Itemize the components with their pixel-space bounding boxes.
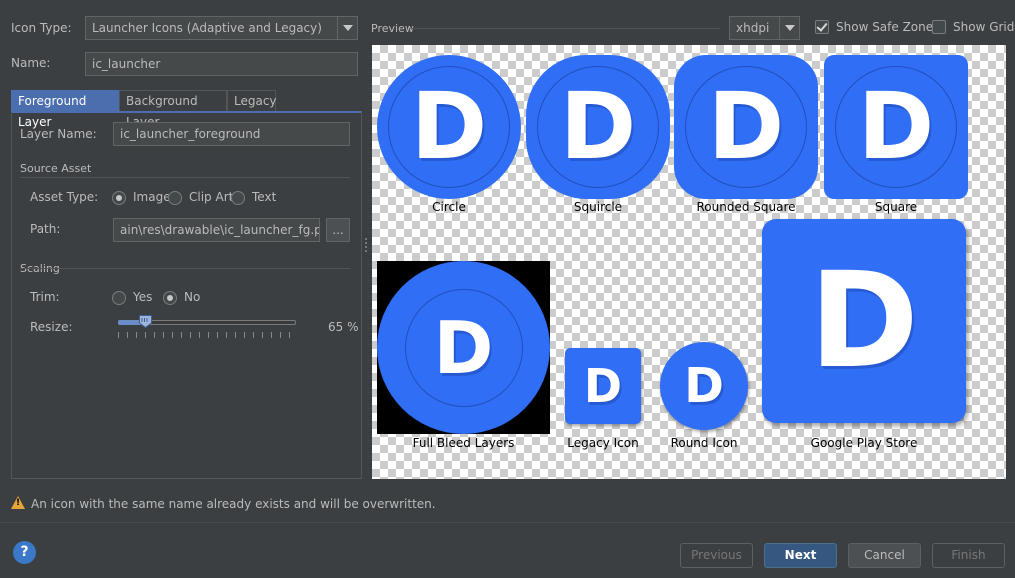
show-safe-zone-checkbox[interactable] bbox=[815, 20, 829, 34]
caption-legacy: Legacy Icon bbox=[567, 436, 639, 450]
caption-circle: Circle bbox=[432, 200, 466, 214]
layer-name-label: Layer Name: bbox=[20, 127, 97, 141]
source-asset-header: Source Asset bbox=[20, 162, 92, 175]
warning-icon: ! bbox=[11, 496, 25, 509]
show-grid-checkbox[interactable] bbox=[932, 20, 946, 34]
path-input[interactable]: ain\res\drawable\ic_launcher_fg.png bbox=[113, 218, 320, 242]
preview-label: Preview bbox=[371, 22, 414, 35]
icon-glyph: D bbox=[583, 359, 623, 413]
icon-glyph: D bbox=[433, 305, 494, 390]
asset-type-clipart-radio[interactable] bbox=[168, 191, 182, 205]
caption-full-bleed: Full Bleed Layers bbox=[412, 436, 515, 450]
chevron-down-icon bbox=[337, 17, 357, 39]
preview-separator bbox=[412, 28, 720, 29]
legacy-icon: D bbox=[565, 348, 641, 424]
resize-value: 65 % bbox=[328, 320, 359, 334]
chevron-down-icon bbox=[779, 17, 799, 39]
trim-yes-radio[interactable] bbox=[112, 291, 126, 305]
warning-message: An icon with the same name already exist… bbox=[31, 497, 436, 511]
tab-background-layer[interactable]: Background Layer bbox=[119, 90, 227, 129]
layer-name-input[interactable]: ic_launcher_foreground bbox=[113, 122, 350, 146]
squircle-icon: D bbox=[526, 55, 670, 199]
play-store-icon: D bbox=[762, 219, 966, 423]
icon-type-combo[interactable]: Launcher Icons (Adaptive and Legacy) bbox=[85, 16, 358, 40]
square-icon: D bbox=[824, 55, 968, 199]
asset-type-label: Asset Type: bbox=[30, 190, 99, 204]
footer-separator bbox=[0, 522, 1015, 523]
resize-slider-ticks bbox=[118, 332, 296, 338]
source-asset-separator bbox=[20, 177, 350, 178]
asset-type-image-label: Image bbox=[133, 190, 171, 204]
density-combo[interactable]: xhdpi bbox=[729, 16, 800, 40]
trim-no-radio[interactable] bbox=[163, 291, 177, 305]
icon-glyph: D bbox=[559, 73, 637, 180]
browse-button[interactable]: ... bbox=[326, 218, 350, 242]
splitter-handle[interactable] bbox=[365, 238, 367, 252]
full-bleed-icon: D bbox=[377, 261, 550, 434]
cancel-button[interactable]: Cancel bbox=[848, 543, 921, 568]
caption-round: Round Icon bbox=[670, 436, 738, 450]
caption-squircle: Squircle bbox=[573, 200, 623, 214]
trim-no-label: No bbox=[184, 290, 201, 304]
caption-square: Square bbox=[874, 200, 918, 214]
icon-type-value: Launcher Icons (Adaptive and Legacy) bbox=[92, 21, 322, 35]
tab-foreground-layer[interactable]: Foreground Layer bbox=[11, 90, 119, 129]
finish-button[interactable]: Finish bbox=[932, 543, 1005, 568]
asset-type-text-radio[interactable] bbox=[231, 191, 245, 205]
icon-glyph: D bbox=[809, 244, 919, 398]
density-value: xhdpi bbox=[736, 21, 770, 35]
icon-type-label: Icon Type: bbox=[11, 21, 72, 35]
icon-glyph: D bbox=[410, 73, 488, 180]
show-grid-label: Show Grid bbox=[953, 20, 1015, 34]
asset-type-image-radio[interactable] bbox=[112, 191, 126, 205]
path-label: Path: bbox=[30, 222, 61, 236]
scaling-separator bbox=[20, 268, 350, 269]
asset-type-clipart-label: Clip Art bbox=[189, 190, 234, 204]
caption-rounded-square: Rounded Square bbox=[696, 200, 796, 214]
icon-glyph: D bbox=[857, 73, 935, 180]
show-safe-zone-label: Show Safe Zone bbox=[836, 20, 934, 34]
asset-type-text-label: Text bbox=[252, 190, 277, 204]
preview-area: D Circle D Squircle D Rounded Square D S… bbox=[372, 45, 1006, 479]
tab-legacy[interactable]: Legacy bbox=[227, 90, 277, 112]
previous-button[interactable]: Previous bbox=[680, 543, 753, 568]
help-button[interactable]: ? bbox=[13, 541, 36, 564]
rounded-square-icon: D bbox=[674, 55, 818, 199]
name-label: Name: bbox=[11, 56, 51, 70]
next-button[interactable]: Next bbox=[764, 543, 837, 568]
icon-glyph: D bbox=[684, 358, 724, 414]
trim-yes-label: Yes bbox=[133, 290, 153, 304]
icon-glyph: D bbox=[707, 73, 785, 180]
circle-icon: D bbox=[377, 55, 521, 199]
caption-play-store: Google Play Store bbox=[810, 436, 918, 450]
round-icon: D bbox=[660, 342, 748, 430]
trim-label: Trim: bbox=[30, 290, 60, 304]
name-input[interactable]: ic_launcher bbox=[85, 52, 358, 76]
resize-label: Resize: bbox=[30, 320, 73, 334]
resize-slider-thumb[interactable] bbox=[139, 315, 152, 328]
